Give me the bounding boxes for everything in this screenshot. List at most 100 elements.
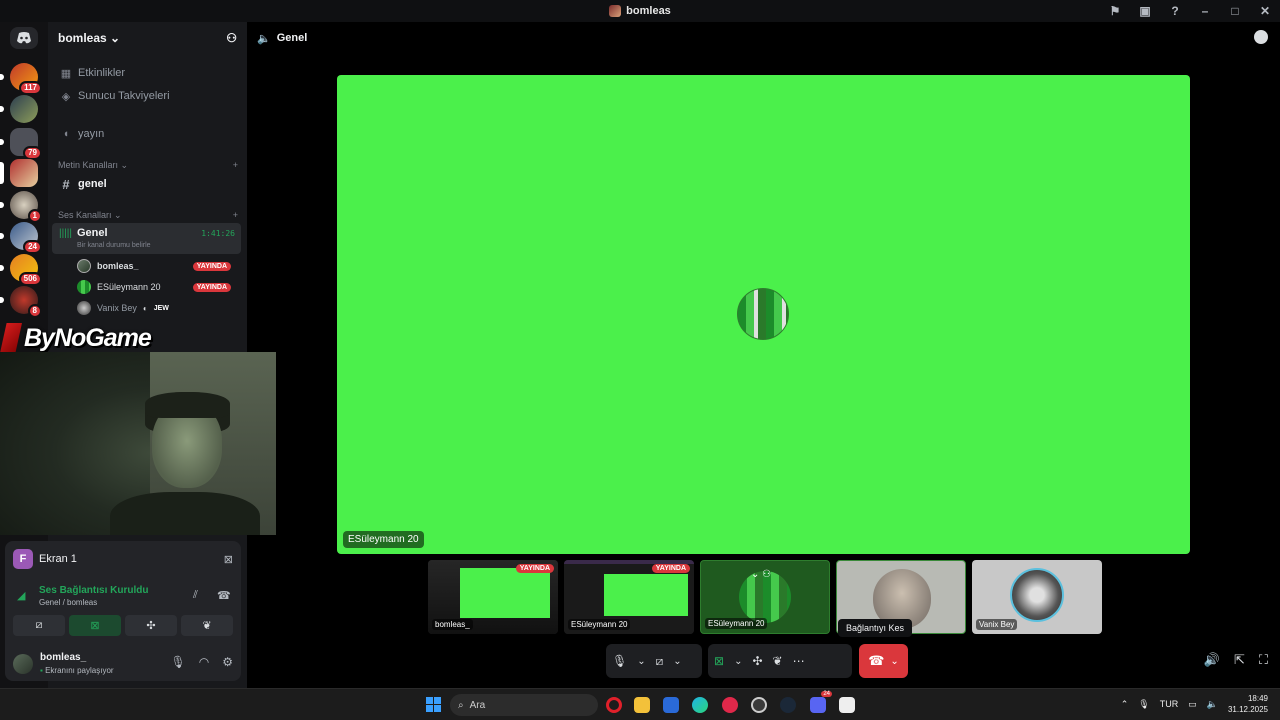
participant-tile[interactable]: YAYINDA bomleas_ <box>428 560 558 634</box>
steam-icon[interactable] <box>780 697 796 713</box>
microphone-icon[interactable]: 🎙 <box>1138 699 1149 710</box>
participant-label: ESüleymann 20 <box>568 619 631 630</box>
roblox-icon[interactable] <box>839 697 855 713</box>
camera-off-button[interactable]: ⧄ <box>13 615 65 636</box>
boost-icon: ◈ <box>61 90 71 103</box>
member-name: ESüleymann 20 <box>97 282 161 292</box>
fullscreen-icon[interactable]: ⛶ <box>1259 652 1268 668</box>
channel-stage-yayin[interactable]: ◖ yayın <box>56 124 241 144</box>
category-text[interactable]: Metin Kanalları ⌄ + <box>58 160 238 171</box>
voice-member[interactable]: Vanix Bey ◐ JEW <box>77 298 237 318</box>
volume-icon[interactable]: 🔈 <box>1207 699 1218 710</box>
add-member-icon[interactable]: ⚇ <box>226 31 237 45</box>
add-channel-icon[interactable]: + <box>233 160 238 171</box>
server-icon[interactable]: 506 <box>0 254 42 286</box>
unread-indicator <box>0 297 4 303</box>
boosts-link[interactable]: ◈ Sunucu Takviyeleri <box>56 86 241 106</box>
window-titlebar: bomleas ⚑ ▣ ? – □ ✕ <box>0 0 1280 22</box>
microphone-icon[interactable]: 🎙 <box>171 655 186 669</box>
main-stream-view[interactable]: ESüleymann 20 <box>337 75 1190 554</box>
add-channel-icon[interactable]: + <box>233 210 238 221</box>
screen-share-icon[interactable]: ⊠ <box>714 654 724 668</box>
voice-channel-genel[interactable]: ||||| Genel Bir kanal durumu belirle 1:4… <box>52 223 241 254</box>
window-title: bomleas <box>609 5 671 17</box>
microphone-icon[interactable]: 🎙 <box>612 654 627 668</box>
voice-member[interactable]: ESüleymann 20 YAYINDA <box>77 277 237 297</box>
camera-off-icon[interactable]: ⧄ <box>656 654 664 669</box>
app-icon[interactable] <box>751 697 767 713</box>
voice-channel-status[interactable]: Bir kanal durumu belirle <box>77 242 151 249</box>
soundboard-button[interactable]: ❦ <box>181 615 233 636</box>
more-icon[interactable]: ⋯ <box>793 654 805 668</box>
screen-share-row[interactable]: F Ekran 1 ⊠ <box>13 549 233 569</box>
participant-tile[interactable]: ⌄ ⚇ ESüleymann 20 <box>700 560 830 634</box>
chevron-up-icon[interactable]: ⌃ <box>1121 699 1129 710</box>
disconnect-button[interactable]: ☎ ⌄ <box>859 644 908 678</box>
chevron-down-icon[interactable]: ⌄ <box>890 656 898 667</box>
maximize-icon[interactable]: □ <box>1220 4 1250 18</box>
events-label: Etkinlikler <box>78 67 126 79</box>
popout-icon[interactable]: ⇱ <box>1234 652 1245 668</box>
gear-icon[interactable]: ⚙ <box>222 655 233 669</box>
share-controls: ⊠ ⌄ ✣ ❦ ⋯ <box>708 644 852 678</box>
volume-icon[interactable]: 🔊 <box>1204 652 1220 668</box>
participant-tile[interactable]: Vanix Bey <box>972 560 1102 634</box>
help-icon[interactable]: ? <box>1160 4 1190 18</box>
avatar <box>77 301 91 315</box>
server-icon[interactable]: 117 <box>0 63 42 95</box>
channel-text-genel[interactable]: # genel <box>56 174 241 194</box>
activities-icon[interactable]: ✣ <box>752 654 762 668</box>
activities-button[interactable]: ✣ <box>125 615 177 636</box>
chat-bubble-icon[interactable] <box>1254 30 1268 44</box>
discord-icon[interactable]: 24 <box>810 691 832 713</box>
voice-channel-name: Genel <box>77 227 108 239</box>
stop-stream-icon[interactable]: ⊠ <box>224 553 233 566</box>
taskbar-search[interactable]: ⌕ Ara <box>450 694 598 716</box>
screen-share-name: Ekran 1 <box>39 553 77 565</box>
avatar <box>77 259 91 273</box>
stage-icon: ◖ <box>62 128 70 140</box>
headphones-icon[interactable]: ◠ <box>199 655 209 669</box>
participant-tile[interactable]: YAYINDA ESüleymann 20 <box>564 560 694 634</box>
input-language[interactable]: TUR <box>1160 699 1179 709</box>
screen-share-icon: F <box>13 549 33 569</box>
media-player-icon[interactable] <box>722 697 738 713</box>
server-icon[interactable]: 79 <box>0 128 42 160</box>
channel-name: genel <box>78 178 107 190</box>
clock[interactable]: 18:49 31.12.2025 <box>1228 693 1268 715</box>
file-explorer-icon[interactable] <box>634 697 650 713</box>
avatar <box>77 280 91 294</box>
chevron-down-icon[interactable]: ⌄ <box>637 656 645 667</box>
powershell-icon[interactable] <box>663 697 679 713</box>
mention-badge: 1 <box>27 209 42 223</box>
flag-icon[interactable]: ⚑ <box>1100 4 1130 18</box>
boosts-label: Sunucu Takviyeleri <box>78 90 170 102</box>
unread-indicator <box>0 233 4 239</box>
connection-location[interactable]: Genel / bomleas <box>39 598 97 607</box>
server-icon[interactable]: 8 <box>0 286 42 318</box>
server-icon[interactable] <box>0 95 38 123</box>
close-icon[interactable]: ✕ <box>1250 4 1280 18</box>
server-icon[interactable]: 1 <box>0 191 42 223</box>
windows-start-icon[interactable] <box>426 697 441 712</box>
category-voice[interactable]: Ses Kanalları ⌄ + <box>58 210 238 221</box>
noise-suppression-icon[interactable]: ⫽ <box>193 589 198 602</box>
opera-icon[interactable] <box>606 697 622 713</box>
connection-status[interactable]: Ses Bağlantısı Kuruldu <box>39 585 148 596</box>
minimize-icon[interactable]: – <box>1190 4 1220 18</box>
server-icon[interactable]: 24 <box>0 222 42 254</box>
discord-home-icon[interactable] <box>10 27 38 49</box>
chevron-down-icon[interactable]: ⌄ <box>673 656 681 667</box>
events-link[interactable]: ▦ Etkinlikler <box>56 63 241 83</box>
disconnect-icon[interactable]: ☎ <box>217 589 231 602</box>
chevron-down-icon[interactable]: ⌄ <box>734 656 742 667</box>
voice-member[interactable]: bomleas_ YAYINDA <box>77 256 237 276</box>
user-area[interactable]: bomleas_ ▪ Ekranını paylaşıyor 🎙 ◠ ⚙ <box>13 651 233 677</box>
server-icon-active[interactable] <box>0 159 38 187</box>
server-header[interactable]: bomleas ⌄ ⚇ <box>48 22 247 54</box>
inbox-icon[interactable]: ▣ <box>1130 4 1160 18</box>
edge-icon[interactable] <box>692 697 708 713</box>
network-icon[interactable]: ▭ <box>1188 699 1197 710</box>
soundboard-icon[interactable]: ❦ <box>773 654 783 668</box>
screen-share-button[interactable]: ⊠ <box>69 615 121 636</box>
